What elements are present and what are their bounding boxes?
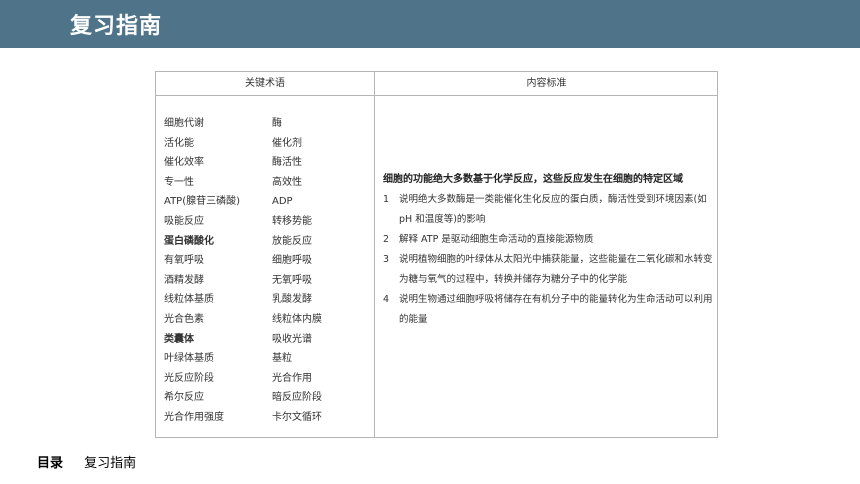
standard-text: 说明绝大多数酶是一类能催化生化反应的蛋白质，酶活性受到环境因素(如 pH 和温度… (399, 194, 707, 225)
key-term: ADP (272, 196, 293, 208)
key-term: 有氧呼吸 (164, 255, 204, 267)
key-term: ATP(腺苷三磷酸) (164, 196, 241, 208)
term-row: ATP(腺苷三磷酸) ADP (164, 192, 369, 212)
key-term: 放能反应 (272, 235, 312, 247)
key-term: 催化效率 (164, 157, 204, 169)
term-row: 催化效率 酶活性 (164, 153, 369, 173)
term-row: 光合作用强度 卡尔文循环 (164, 408, 369, 428)
standard-item: 2 解释 ATP 是驱动细胞生命活动的直接能源物质 (383, 230, 713, 250)
key-term: 高效性 (272, 176, 302, 188)
key-term: 酶活性 (272, 157, 302, 169)
key-term: 基粒 (272, 353, 292, 365)
content-standards: 细胞的功能绝大多数基于化学反应，这些反应发生在细胞的特定区域 1 说明绝大多数酶是… (383, 170, 713, 330)
key-term: 转移势能 (272, 215, 312, 227)
key-term: 乳酸发酵 (272, 294, 312, 306)
header-bar: 复习指南 (0, 0, 860, 48)
standard-number: 1 (383, 194, 390, 205)
term-row: 细胞代谢 酶 (164, 114, 369, 134)
key-term: 暗反应阶段 (272, 392, 322, 404)
key-term: 酶 (272, 118, 282, 129)
key-term: 光合作用 (272, 372, 312, 384)
key-term: 希尔反应 (164, 392, 204, 404)
standard-number: 2 (383, 234, 390, 245)
key-term: 专一性 (164, 176, 194, 188)
term-row: 光合色素 线粒体内膜 (164, 310, 369, 330)
standard-text: 说明生物通过细胞呼吸将储存在有机分子中的能量转化为生命活动可以利用的能量 (399, 294, 713, 325)
standards-topic: 细胞的功能绝大多数基于化学反应，这些反应发生在细胞的特定区域 (383, 174, 683, 185)
page-title: 复习指南 (70, 14, 163, 39)
standard-item: 4 说明生物通过细胞呼吸将储存在有机分子中的能量转化为生命活动可以利用的能量 (383, 290, 713, 330)
key-term: 吸能反应 (164, 215, 204, 227)
standard-number: 3 (383, 254, 390, 265)
key-term: 线粒体基质 (164, 294, 214, 306)
term-row: 线粒体基质 乳酸发酵 (164, 290, 369, 310)
key-term: 线粒体内膜 (272, 313, 322, 325)
term-row: 专一性 高效性 (164, 173, 369, 193)
key-term: 酒精发酵 (164, 274, 204, 286)
key-terms-list: 细胞代谢 酶活化能 催化剂催化效率 酶活性专一性 高效性 ATP(腺苷三磷酸) ADP 吸能反… (164, 114, 369, 428)
column-divider (374, 72, 375, 437)
footer: 目录 复习指南 (37, 452, 136, 472)
key-term: 活化能 (164, 137, 194, 149)
term-row: 有氧呼吸 细胞呼吸 (164, 251, 369, 271)
key-term: 吸收光谱 (272, 333, 312, 345)
term-row: 酒精发酵 无氧呼吸 (164, 271, 369, 291)
key-term: 细胞呼吸 (272, 255, 312, 267)
term-row: 叶绿体基质 基粒 (164, 349, 369, 369)
standard-text: 解释 ATP 是驱动细胞生命活动的直接能源物质 (399, 234, 594, 245)
standards-list: 1 说明绝大多数酶是一类能催化生化反应的蛋白质，酶活性受到环境因素(如 pH 和温… (383, 190, 713, 330)
toc-link[interactable]: 目录 (37, 456, 63, 471)
key-term: 细胞代谢 (164, 118, 204, 129)
key-term: 光合色素 (164, 313, 204, 325)
key-term: 卡尔文循环 (272, 411, 322, 423)
table-header-row: 关键术语 内容标准 (156, 72, 717, 96)
key-term: 无氧呼吸 (272, 274, 312, 286)
term-row: 光反应阶段 光合作用 (164, 369, 369, 389)
key-term: 蛋白磷酸化 (164, 235, 214, 247)
key-term: 光合作用强度 (164, 411, 224, 423)
term-row: 吸能反应 转移势能 (164, 212, 369, 232)
key-term: 类囊体 (164, 333, 194, 345)
header-content-standards: 内容标准 (526, 78, 567, 89)
key-term: 催化剂 (272, 137, 302, 149)
term-row: 蛋白磷酸化 放能反应 (164, 232, 369, 252)
standard-text: 说明植物细胞的叶绿体从太阳光中捕获能量，这些能量在二氧化碳和水转变为糖与氧气的过… (399, 254, 713, 285)
standard-item: 3 说明植物细胞的叶绿体从太阳光中捕获能量，这些能量在二氧化碳和水转变为糖与氧气的… (383, 250, 713, 290)
standard-number: 4 (383, 294, 390, 305)
term-row: 类囊体 吸收光谱 (164, 330, 369, 350)
review-table: 关键术语 内容标准 细胞代谢 酶活化能 催化剂催化效率 酶活性专一性 高效性 ATP(腺苷… (155, 71, 718, 438)
key-term: 叶绿体基质 (164, 353, 214, 365)
standard-item: 1 说明绝大多数酶是一类能催化生化反应的蛋白质，酶活性受到环境因素(如 pH 和温… (383, 190, 713, 230)
term-row: 希尔反应 暗反应阶段 (164, 388, 369, 408)
key-term: 光反应阶段 (164, 372, 214, 384)
term-row: 活化能 催化剂 (164, 134, 369, 154)
footer-title: 复习指南 (84, 456, 137, 471)
header-key-terms: 关键术语 (245, 78, 285, 89)
